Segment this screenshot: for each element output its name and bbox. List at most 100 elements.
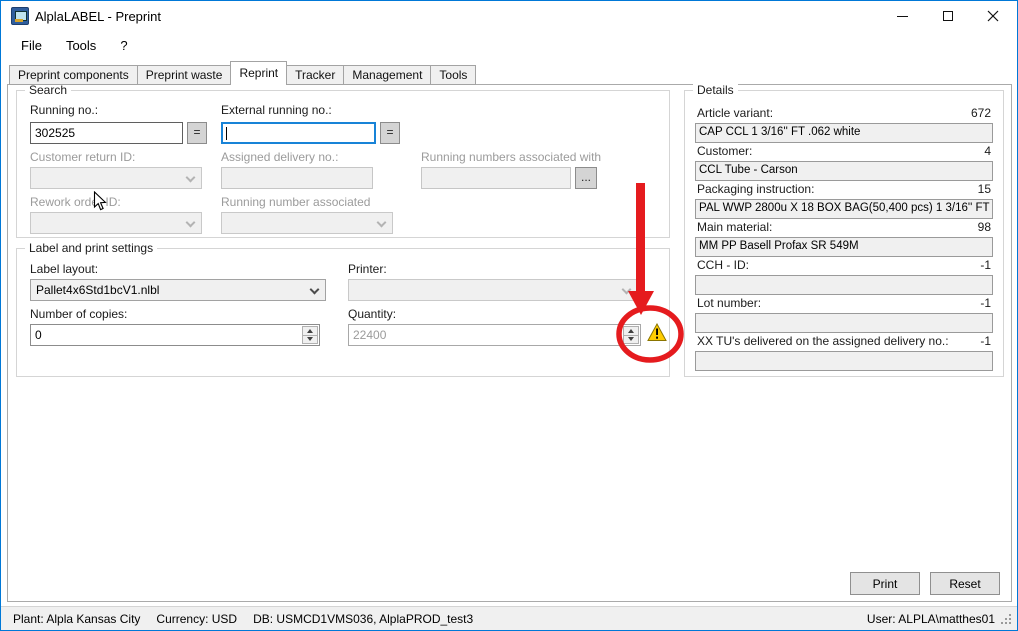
warning-icon bbox=[647, 323, 667, 342]
close-button[interactable] bbox=[970, 1, 1015, 31]
details-row-customer: Customer: 4 CCL Tube - Carson bbox=[695, 144, 993, 181]
quantity-stepper: 22400 bbox=[348, 324, 641, 346]
customer-return-id-combobox bbox=[30, 167, 202, 189]
label-print-settings-group: Label and print settings Label layout: P… bbox=[16, 248, 670, 377]
running-number-associated-label: Running number associated bbox=[221, 195, 370, 209]
detail-field: MM PP Basell Profax SR 549M bbox=[695, 237, 993, 257]
search-group: Search Running no.: 302525 = External ru… bbox=[16, 90, 670, 238]
detail-label: CCH - ID: bbox=[697, 258, 749, 275]
running-no-input[interactable]: 302525 bbox=[30, 122, 183, 144]
app-icon bbox=[11, 7, 29, 25]
printer-label: Printer: bbox=[348, 262, 387, 276]
detail-id: 15 bbox=[978, 182, 991, 199]
menu-help[interactable]: ? bbox=[110, 34, 137, 57]
maximize-icon bbox=[943, 11, 953, 21]
tab-tracker[interactable]: Tracker bbox=[286, 65, 344, 85]
quantity-label: Quantity: bbox=[348, 307, 396, 321]
close-icon bbox=[987, 10, 999, 22]
print-button[interactable]: Print bbox=[850, 572, 920, 595]
external-running-no-label: External running no.: bbox=[221, 103, 332, 117]
copies-spinner bbox=[302, 326, 318, 344]
quantity-spinner bbox=[623, 326, 639, 344]
chevron-down-icon bbox=[377, 218, 387, 228]
chevron-down-icon bbox=[186, 218, 196, 228]
app-window: AlplaLABEL - Preprint File Tools ? Prepr… bbox=[0, 0, 1018, 631]
detail-field: CCL Tube - Carson bbox=[695, 161, 993, 181]
rework-order-id-combobox bbox=[30, 212, 202, 234]
detail-id: -1 bbox=[980, 258, 991, 275]
detail-field bbox=[695, 313, 993, 333]
running-numbers-browse-button[interactable]: ... bbox=[575, 167, 597, 189]
running-no-label: Running no.: bbox=[30, 103, 98, 117]
menu-file[interactable]: File bbox=[11, 34, 52, 57]
number-of-copies-stepper[interactable]: 0 bbox=[30, 324, 320, 346]
maximize-button[interactable] bbox=[925, 1, 970, 31]
arrow-down-icon bbox=[307, 337, 313, 341]
detail-field bbox=[695, 275, 993, 295]
menu-tools[interactable]: Tools bbox=[56, 34, 106, 57]
status-bar: Plant: Alpla Kansas City Currency: USD D… bbox=[1, 606, 1017, 630]
assigned-delivery-no-input bbox=[221, 167, 373, 189]
quantity-spin-down-button[interactable] bbox=[623, 335, 639, 345]
detail-field: PAL WWP 2800u X 18 BOX BAG(50,400 pcs) 1… bbox=[695, 199, 993, 219]
customer-return-id-label: Customer return ID: bbox=[30, 150, 135, 164]
assigned-delivery-no-label: Assigned delivery no.: bbox=[221, 150, 338, 164]
label-print-settings-title: Label and print settings bbox=[25, 241, 157, 255]
minimize-icon bbox=[897, 16, 908, 17]
search-group-title: Search bbox=[25, 83, 71, 97]
chevron-down-icon bbox=[310, 285, 320, 295]
external-running-no-equals-button[interactable]: = bbox=[380, 122, 400, 144]
number-of-copies-value: 0 bbox=[35, 328, 42, 342]
details-row-lot-number: Lot number: -1 bbox=[695, 296, 993, 333]
window-title: AlplaLABEL - Preprint bbox=[35, 9, 161, 24]
copies-spin-down-button[interactable] bbox=[302, 335, 318, 345]
detail-label: Packaging instruction: bbox=[697, 182, 814, 199]
tab-preprint-waste[interactable]: Preprint waste bbox=[137, 65, 232, 85]
detail-field: CAP CCL 1 3/16'' FT .062 white bbox=[695, 123, 993, 143]
detail-label: Main material: bbox=[697, 220, 772, 237]
detail-field bbox=[695, 351, 993, 371]
tab-tools[interactable]: Tools bbox=[430, 65, 476, 85]
reprint-tab-page: Search Running no.: 302525 = External ru… bbox=[7, 84, 1012, 602]
minimize-button[interactable] bbox=[880, 1, 925, 31]
label-layout-combobox[interactable]: Pallet4x6Std1bcV1.nlbl bbox=[30, 279, 326, 301]
tab-strip: Preprint components Preprint waste Repri… bbox=[9, 61, 475, 85]
details-row-xx-tus-delivered: XX TU's delivered on the assigned delive… bbox=[695, 334, 993, 371]
chevron-down-icon bbox=[622, 285, 632, 295]
status-plant: Plant: Alpla Kansas City bbox=[13, 612, 140, 626]
tab-reprint[interactable]: Reprint bbox=[230, 61, 287, 85]
reset-button[interactable]: Reset bbox=[930, 572, 1000, 595]
detail-id: -1 bbox=[980, 296, 991, 313]
status-db: DB: USMCD1VMS036, AlplaPROD_test3 bbox=[253, 612, 473, 626]
detail-label: Customer: bbox=[697, 144, 752, 161]
details-row-cch-id: CCH - ID: -1 bbox=[695, 258, 993, 295]
detail-id: 4 bbox=[984, 144, 991, 161]
menu-bar: File Tools ? bbox=[1, 31, 1017, 59]
detail-label: Lot number: bbox=[697, 296, 761, 313]
quantity-value: 22400 bbox=[353, 328, 386, 342]
arrow-down-icon bbox=[628, 337, 634, 341]
arrow-up-icon bbox=[628, 329, 634, 333]
status-user: User: ALPLA\matthes01 bbox=[867, 612, 995, 626]
details-row-packaging-instruction: Packaging instruction: 15 PAL WWP 2800u X… bbox=[695, 182, 993, 219]
label-layout-value: Pallet4x6Std1bcV1.nlbl bbox=[36, 283, 159, 297]
title-bar: AlplaLABEL - Preprint bbox=[1, 1, 1017, 31]
detail-id: 98 bbox=[978, 220, 991, 237]
details-group: Details Article variant:672 CAP CCL 1 3/… bbox=[684, 90, 1004, 377]
detail-label: XX TU's delivered on the assigned delive… bbox=[697, 334, 949, 351]
detail-label: Article variant: bbox=[697, 106, 773, 123]
tab-management[interactable]: Management bbox=[343, 65, 431, 85]
details-row-main-material: Main material: 98 MM PP Basell Profax SR … bbox=[695, 220, 993, 257]
resize-grip[interactable] bbox=[1001, 614, 1011, 624]
tab-preprint-components[interactable]: Preprint components bbox=[9, 65, 138, 85]
chevron-down-icon bbox=[186, 173, 196, 183]
status-currency: Currency: USD bbox=[156, 612, 237, 626]
details-row-article-variant: Article variant:672 CAP CCL 1 3/16'' FT … bbox=[695, 106, 993, 143]
number-of-copies-label: Number of copies: bbox=[30, 307, 127, 321]
printer-combobox bbox=[348, 279, 638, 301]
arrow-up-icon bbox=[307, 329, 313, 333]
running-no-equals-button[interactable]: = bbox=[187, 122, 207, 144]
text-caret bbox=[226, 127, 227, 140]
external-running-no-input[interactable] bbox=[221, 122, 376, 144]
running-numbers-associated-with-input bbox=[421, 167, 571, 189]
